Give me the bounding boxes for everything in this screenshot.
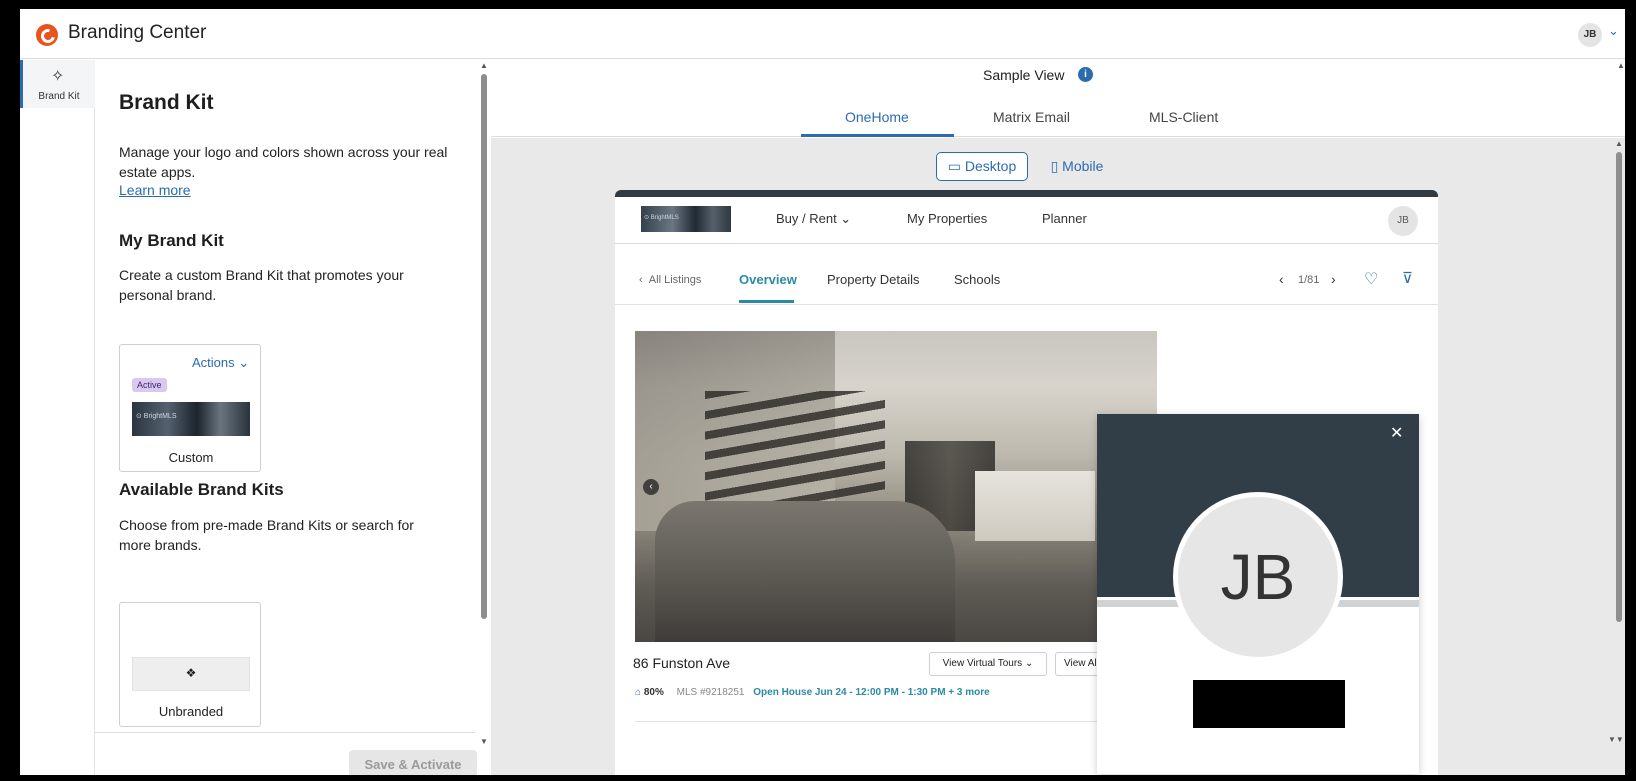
left-rail: ✧ Brand Kit: [20, 60, 95, 775]
section-description: Choose from pre-made Brand Kits or searc…: [119, 517, 414, 553]
top-bar: Branding Center JB ⌄: [20, 9, 1625, 59]
status-badge: Active: [132, 378, 167, 392]
listing-tabs: ‹ All Listings Overview Property Details…: [615, 245, 1438, 305]
sample-site: Buy / Rent ⌄ My Properties Planner JB ‹ …: [615, 190, 1438, 775]
listing-address: 86 Funston Ave: [633, 655, 731, 671]
pager-count: 1/81: [1298, 274, 1320, 286]
panel-description: Manage your logo and colors shown across…: [119, 144, 448, 180]
view-virtual-tours-button[interactable]: View Virtual Tours ⌄: [929, 652, 1047, 676]
scroll-up-icon[interactable]: ▲: [1617, 61, 1625, 70]
desktop-toggle[interactable]: ▭ Desktop: [936, 152, 1028, 181]
photo-detail: [975, 471, 1095, 541]
nav-buy-rent[interactable]: Buy / Rent ⌄: [776, 211, 851, 227]
thumbs-down-icon[interactable]: ⊽: [1402, 269, 1413, 287]
chevron-down-icon: ⌄: [238, 355, 250, 370]
scroll-down-icon[interactable]: ▼: [480, 737, 488, 746]
info-icon[interactable]: i: [1078, 67, 1093, 82]
nav-my-properties[interactable]: My Properties: [907, 211, 987, 226]
app-title: Branding Center: [68, 22, 207, 43]
site-avatar[interactable]: JB: [1388, 206, 1418, 236]
chevron-left-icon[interactable]: ‹: [1279, 271, 1284, 287]
photo-detail: [655, 501, 955, 642]
tab-onehome[interactable]: OneHome: [845, 109, 909, 125]
user-avatar[interactable]: JB: [1578, 23, 1602, 47]
agent-name-redacted: [1193, 680, 1345, 728]
nav-planner[interactable]: Planner: [1042, 211, 1087, 226]
page-title: Brand Kit: [119, 91, 214, 114]
app-logo-icon: [36, 24, 58, 46]
desktop-label: Desktop: [964, 158, 1017, 174]
tab-matrix-email[interactable]: Matrix Email: [993, 109, 1070, 125]
brand-kit-thumbnail: [132, 402, 250, 436]
chevron-down-icon[interactable]: ⌄: [1608, 23, 1619, 39]
mobile-toggle[interactable]: ▯ Mobile: [1042, 152, 1112, 181]
panel-scrollbar[interactable]: [481, 74, 487, 619]
site-logo[interactable]: [641, 206, 731, 232]
scroll-up-icon[interactable]: ▲: [480, 61, 488, 70]
listing-photo[interactable]: ‹: [635, 331, 1157, 642]
preview-scrollbar[interactable]: [1616, 152, 1622, 622]
agent-avatar: JB: [1173, 492, 1343, 662]
open-house-link[interactable]: Open House Jun 24 - 12:00 PM - 1:30 PM +…: [753, 687, 989, 698]
brand-kit-name: Unbranded: [158, 704, 224, 719]
scroll-up-icon[interactable]: ▲: [1615, 139, 1623, 148]
close-icon[interactable]: ✕: [1390, 423, 1403, 443]
photo-prev-button[interactable]: ‹: [643, 479, 659, 495]
tab-schools[interactable]: Schools: [954, 272, 1000, 287]
tab-property-details[interactable]: Property Details: [827, 272, 919, 287]
magic-wand-icon: ✧: [51, 68, 65, 85]
home-icon: ⌂: [635, 687, 642, 698]
brand-kit-name: Custom: [168, 450, 214, 465]
brand-kit-card-custom[interactable]: Actions ⌄ Active Custom: [119, 344, 261, 472]
brand-kit-card-unbranded[interactable]: ❖ Unbranded: [119, 602, 261, 727]
chevron-left-icon: ‹: [639, 274, 643, 286]
actions-dropdown[interactable]: Actions ⌄: [192, 355, 249, 371]
preview-area: ▭ Desktop ▯ Mobile Buy / Rent ⌄ My Prope…: [491, 138, 1625, 775]
section-title-available: Available Brand Kits: [119, 480, 284, 499]
tab-overview[interactable]: Overview: [739, 272, 797, 287]
rail-item-brand-kit[interactable]: ✧ Brand Kit: [20, 60, 95, 108]
desktop-icon: ▭: [947, 158, 961, 174]
scroll-down-icon[interactable]: ▼▼: [1608, 735, 1624, 744]
match-percent: 80%: [643, 687, 664, 698]
active-tab-indicator: [801, 134, 954, 137]
section-description: Create a custom Brand Kit that promotes …: [119, 267, 404, 303]
active-tab-indicator: [739, 300, 794, 303]
save-activate-button[interactable]: Save & Activate: [349, 750, 477, 775]
unbranded-icon: ❖: [132, 657, 250, 691]
mls-number: MLS #9218251: [676, 687, 745, 698]
learn-more-link[interactable]: Learn more: [119, 182, 191, 198]
mobile-label: Mobile: [1062, 158, 1104, 174]
back-label: All Listings: [648, 274, 702, 286]
section-title-my-brand-kit: My Brand Kit: [119, 231, 224, 250]
chevron-right-icon[interactable]: ›: [1331, 271, 1336, 287]
tab-mls-client[interactable]: MLS-Client: [1149, 109, 1218, 125]
app-window: Branding Center JB ⌄ ✧ Brand Kit Brand K…: [20, 9, 1625, 775]
heart-icon[interactable]: ♡: [1364, 269, 1378, 289]
preview-header: Sample View i OneHome Matrix Email MLS-C…: [491, 60, 1625, 137]
brand-kit-panel: Brand Kit Manage your logo and colors sh…: [95, 60, 483, 775]
site-nav: Buy / Rent ⌄ My Properties Planner JB: [615, 197, 1438, 244]
panel-footer: Save & Activate: [95, 732, 477, 775]
actions-label: Actions: [192, 355, 235, 370]
sample-view-label: Sample View: [983, 67, 1065, 83]
back-to-listings-link[interactable]: ‹ All Listings: [639, 274, 701, 286]
rail-item-label: Brand Kit: [38, 91, 80, 102]
mobile-icon: ▯: [1050, 158, 1059, 174]
agent-card: ✕ JB: [1097, 414, 1419, 774]
listing-meta: ⌂ 80% MLS #9218251 Open House Jun 24 - 1…: [635, 687, 990, 698]
